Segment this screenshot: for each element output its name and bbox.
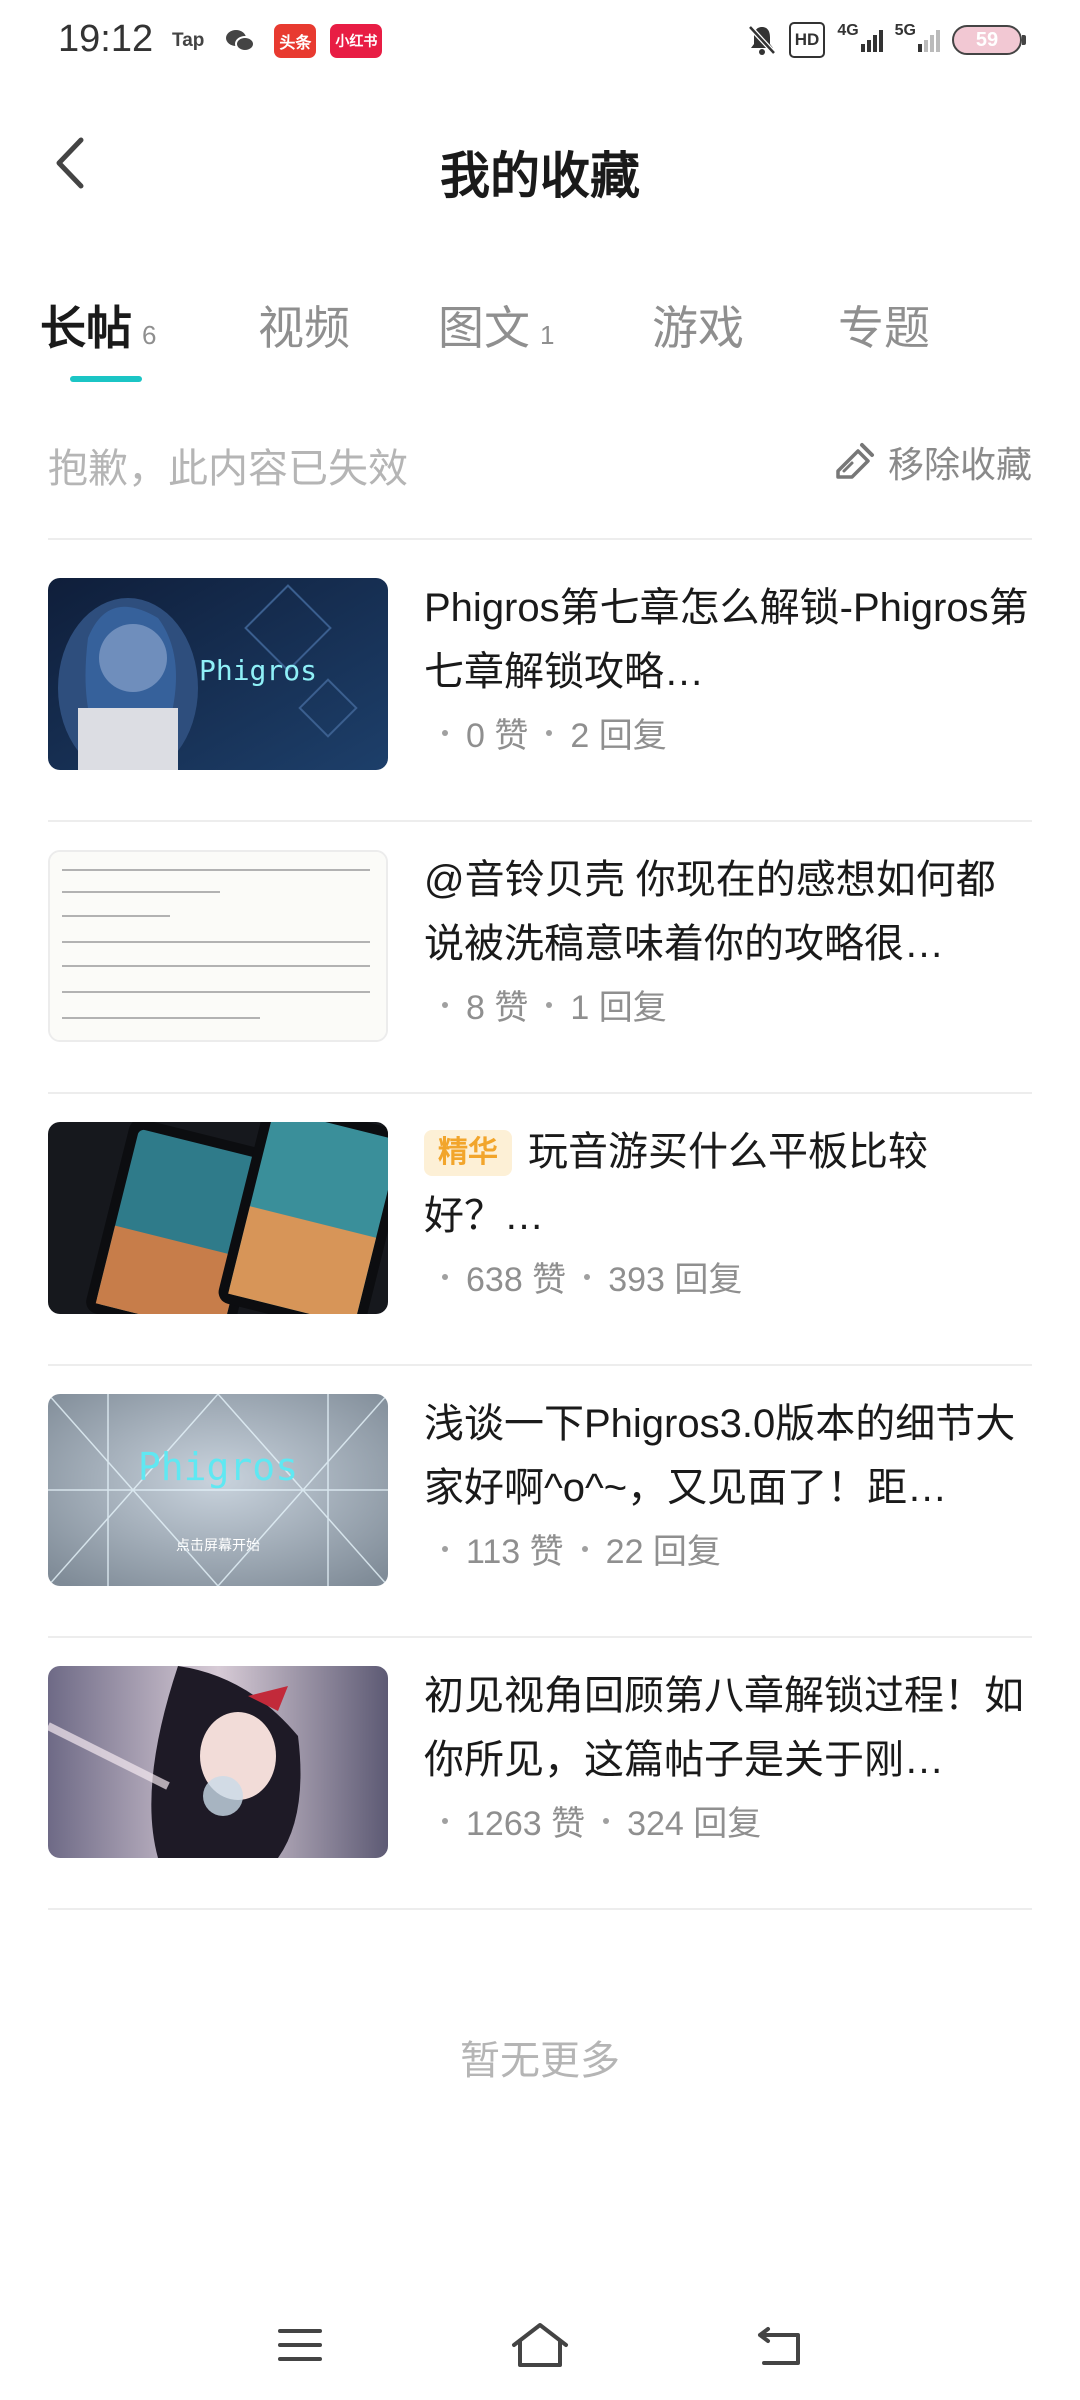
post-meta: 0 赞 2 回复 bbox=[424, 708, 1034, 757]
thumb-subtext: 点击屏幕开始 bbox=[176, 1538, 260, 1554]
home-button[interactable] bbox=[500, 2310, 580, 2380]
tab-bar: 长帖 6 视频 图文 1 游戏 专题 bbox=[0, 280, 1080, 390]
reply-count: 324 回复 bbox=[627, 1805, 762, 1843]
post-item[interactable]: 初见视角回顾第八章解锁过程！如你所见，这篇帖子是关于刚… 1263 赞 324 … bbox=[48, 1638, 1032, 1910]
thumb-text: Phigros bbox=[138, 1445, 298, 1489]
post-title: 精华 玩音游买什么平板比较好？… bbox=[424, 1130, 928, 1238]
post-thumbnail bbox=[48, 850, 388, 1042]
header: 我的收藏 bbox=[0, 110, 1080, 220]
status-bar: 19:12 Tap 头条 小红书 HD 4G 5G 59 bbox=[0, 0, 1080, 84]
like-count: 638 赞 bbox=[466, 1261, 567, 1299]
tab-count: 6 bbox=[142, 320, 157, 350]
reply-count: 393 回复 bbox=[608, 1261, 743, 1299]
post-meta: 638 赞 393 回复 bbox=[424, 1252, 1034, 1301]
post-thumbnail: Phigros 点击屏幕开始 bbox=[48, 1394, 388, 1586]
signal-4g-icon: 4G bbox=[837, 22, 883, 58]
home-icon bbox=[512, 2323, 568, 2367]
like-count: 0 赞 bbox=[466, 717, 529, 755]
reply-count: 22 回复 bbox=[605, 1533, 721, 1571]
post-body: Phigros第七章怎么解锁-Phigros第七章解锁攻略… 0 赞 2 回复 bbox=[424, 576, 1034, 757]
invalid-content-text: 抱歉，此内容已失效 bbox=[48, 447, 408, 491]
post-item[interactable]: @音铃贝壳 你现在的感想如何都说被洗稿意味着你的攻略很… 8 赞 1 回复 bbox=[48, 822, 1032, 1094]
tab-videos[interactable]: 视频 bbox=[258, 292, 350, 358]
post-title: Phigros第七章怎么解锁-Phigros第七章解锁攻略… bbox=[424, 586, 1029, 694]
system-nav-bar bbox=[0, 2290, 1080, 2400]
like-count: 8 赞 bbox=[466, 989, 529, 1027]
hd-icon: HD bbox=[788, 22, 826, 58]
post-meta: 113 赞 22 回复 bbox=[424, 1524, 1034, 1573]
post-thumbnail bbox=[48, 1666, 388, 1858]
post-body: @音铃贝壳 你现在的感想如何都说被洗稿意味着你的攻略很… 8 赞 1 回复 bbox=[424, 848, 1034, 1029]
like-count: 113 赞 bbox=[466, 1533, 564, 1571]
mute-bell-icon bbox=[747, 22, 777, 58]
invalid-content-row: 抱歉，此内容已失效 移除收藏 bbox=[48, 430, 1032, 540]
post-body: 浅谈一下Phigros3.0版本的细节大家好啊^o^~，又见面了！距… 113 … bbox=[424, 1392, 1034, 1573]
menu-button[interactable] bbox=[260, 2310, 340, 2380]
page-title: 我的收藏 bbox=[440, 148, 640, 204]
status-time: 19:12 bbox=[58, 18, 154, 60]
tab-long-posts[interactable]: 长帖 6 bbox=[40, 292, 156, 358]
active-tab-indicator bbox=[70, 376, 142, 382]
post-body: 精华 玩音游买什么平板比较好？… 638 赞 393 回复 bbox=[424, 1120, 1034, 1301]
wechat-icon bbox=[220, 24, 260, 58]
back-nav-button[interactable] bbox=[740, 2310, 820, 2380]
post-item[interactable]: 精华 玩音游买什么平板比较好？… 638 赞 393 回复 bbox=[48, 1094, 1032, 1366]
post-meta: 8 赞 1 回复 bbox=[424, 980, 1034, 1029]
post-thumbnail bbox=[48, 1122, 388, 1314]
reply-count: 2 回复 bbox=[570, 717, 667, 755]
notification-icons: Tap 头条 小红书 bbox=[170, 24, 383, 58]
reply-count: 1 回复 bbox=[570, 989, 667, 1027]
signal-5g-icon: 5G bbox=[895, 22, 940, 58]
xiaohongshu-app-icon: 小红书 bbox=[330, 24, 383, 58]
post-body: 初见视角回顾第八章解锁过程！如你所见，这篇帖子是关于刚… 1263 赞 324 … bbox=[424, 1664, 1034, 1845]
battery-icon: 59 bbox=[952, 25, 1026, 55]
featured-badge: 精华 bbox=[424, 1130, 512, 1176]
tab-count: 1 bbox=[540, 320, 555, 350]
post-title: 初见视角回顾第八章解锁过程！如你所见，这篇帖子是关于刚… bbox=[424, 1674, 1024, 1782]
post-title: 浅谈一下Phigros3.0版本的细节大家好啊^o^~，又见面了！距… bbox=[424, 1402, 1016, 1510]
menu-icon bbox=[278, 2329, 322, 2361]
remove-favorite-button[interactable]: 移除收藏 bbox=[832, 436, 1032, 488]
tab-games[interactable]: 游戏 bbox=[652, 292, 744, 358]
broom-icon bbox=[836, 443, 874, 479]
post-meta: 1263 赞 324 回复 bbox=[424, 1796, 1034, 1845]
tab-topics[interactable]: 专题 bbox=[838, 292, 930, 358]
tab-image-text[interactable]: 图文 1 bbox=[438, 292, 554, 358]
like-count: 1263 赞 bbox=[466, 1805, 586, 1843]
post-title: @音铃贝壳 你现在的感想如何都说被洗稿意味着你的攻略很… bbox=[424, 858, 996, 966]
post-thumbnail: Phigros bbox=[48, 578, 388, 770]
post-item[interactable]: Phigros Phigros第七章怎么解锁-Phigros第七章解锁攻略… 0… bbox=[48, 550, 1032, 822]
back-arrow-icon bbox=[758, 2327, 800, 2365]
system-icons: HD 4G 5G 59 bbox=[747, 22, 1026, 58]
tap-app-icon: Tap bbox=[172, 30, 205, 51]
favorites-list: Phigros Phigros第七章怎么解锁-Phigros第七章解锁攻略… 0… bbox=[48, 550, 1032, 1910]
thumb-text: Phigros bbox=[199, 654, 317, 687]
post-item[interactable]: Phigros 点击屏幕开始 浅谈一下Phigros3.0版本的细节大家好啊^o… bbox=[48, 1366, 1032, 1638]
no-more-text: 暂无更多 bbox=[460, 2039, 620, 2083]
toutiao-app-icon: 头条 bbox=[274, 24, 317, 58]
